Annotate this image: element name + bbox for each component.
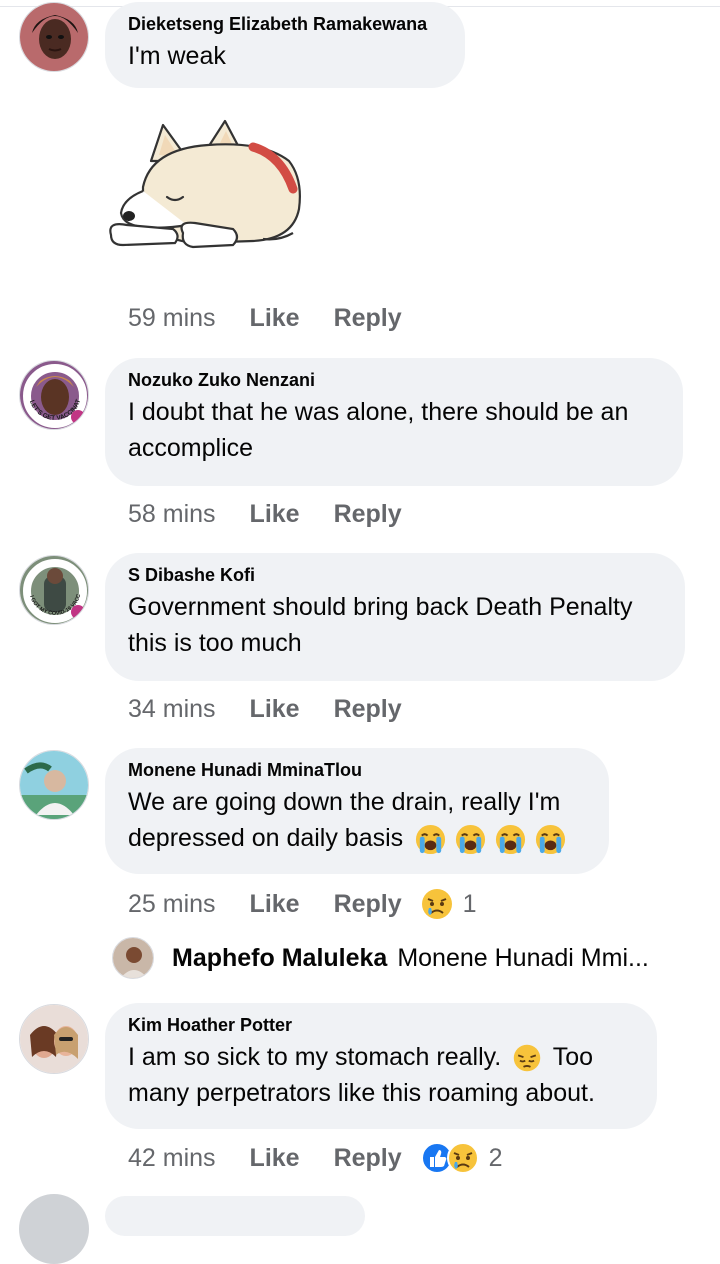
avatar-photo: [113, 938, 153, 978]
comment-text: Government should bring back Death Penal…: [128, 593, 633, 657]
avatar-photo: [20, 1005, 88, 1073]
comment-author[interactable]: Kim Hoather Potter: [128, 1014, 633, 1036]
comment-time[interactable]: 42 mins: [128, 1144, 216, 1173]
comment-text: I doubt that he was alone, there should …: [128, 398, 629, 462]
loudly-crying-face-icon: [535, 824, 566, 854]
comment-bubble: Monene Hunadi MminaTlou We are going dow…: [105, 748, 609, 874]
comment-author[interactable]: Monene Hunadi MminaTlou: [128, 759, 585, 781]
sad-reaction-icon: [446, 1142, 479, 1174]
comment-author[interactable]: Nozuko Zuko Nenzani: [128, 369, 659, 391]
emoji-group: [414, 824, 567, 854]
avatar: [112, 937, 154, 979]
like-button[interactable]: Like: [250, 304, 300, 333]
reply-button[interactable]: Reply: [334, 304, 402, 333]
comment-bubble: Dieketseng Elizabeth Ramakewana I'm weak: [105, 2, 465, 88]
pensive-face-icon: [513, 1045, 541, 1072]
comment-actions: 58 mins Like Reply: [128, 494, 402, 534]
avatar-photo: LET'S GET VACCINATED: [20, 361, 88, 429]
loudly-crying-face-icon: [495, 824, 526, 854]
comment-bubble: S Dibashe Kofi Government should bring b…: [105, 553, 685, 681]
reaction-count: 2: [488, 1143, 503, 1172]
avatar-photo: [20, 751, 88, 819]
like-button[interactable]: Like: [250, 500, 300, 529]
comment-bubble: Nozuko Zuko Nenzani I doubt that he was …: [105, 358, 683, 486]
comment-actions: 34 mins Like Reply: [128, 689, 402, 729]
avatar-photo: [20, 3, 88, 71]
comment-actions: 25 mins Like Reply 1: [128, 884, 477, 924]
avatar[interactable]: [19, 2, 89, 72]
reply-author[interactable]: Maphefo Maluleka: [172, 944, 387, 973]
sad-reaction-icon: [421, 889, 452, 919]
avatar-photo: I GOT MY COVID-19 VACCINE: [20, 556, 88, 624]
comment-bubble: Kim Hoather Potter I am so sick to my st…: [105, 1003, 657, 1129]
comment-text-part: I am so sick to my stomach really.: [128, 1043, 502, 1071]
like-button[interactable]: Like: [250, 890, 300, 919]
reaction-summary[interactable]: 2: [420, 1141, 503, 1175]
loudly-crying-face-icon: [456, 824, 486, 854]
comment-time[interactable]: 59 mins: [128, 304, 216, 333]
avatar[interactable]: [19, 1194, 89, 1264]
reply-button[interactable]: Reply: [334, 500, 402, 529]
comment-time[interactable]: 34 mins: [128, 695, 216, 724]
like-button[interactable]: Like: [250, 1144, 300, 1173]
reply-button[interactable]: Reply: [334, 890, 402, 919]
comment-actions: 59 mins Like Reply: [128, 298, 402, 338]
comment-author[interactable]: Dieketseng Elizabeth Ramakewana: [128, 13, 441, 35]
reaction-summary[interactable]: 1: [420, 887, 477, 921]
reaction-count: 1: [462, 889, 477, 918]
comment-text: I'm weak: [128, 42, 226, 70]
comment-actions: 42 mins Like Reply 2: [128, 1138, 503, 1178]
comment-author[interactable]: S Dibashe Kofi: [128, 564, 661, 586]
comment-text: I am so sick to my stomach really. Too m…: [128, 1039, 633, 1111]
reply-button[interactable]: Reply: [334, 695, 402, 724]
sleeping-dog-sticker[interactable]: [103, 117, 308, 257]
comment-time[interactable]: 58 mins: [128, 500, 216, 529]
comment-bubble: [105, 1196, 365, 1236]
avatar[interactable]: LET'S GET VACCINATED: [19, 360, 89, 430]
reply-button[interactable]: Reply: [334, 1144, 402, 1173]
like-button[interactable]: Like: [250, 695, 300, 724]
reply-preview[interactable]: Maphefo Maluleka Monene Hunadi Mmi...: [112, 936, 649, 980]
avatar[interactable]: [19, 750, 89, 820]
avatar[interactable]: I GOT MY COVID-19 VACCINE: [19, 555, 89, 625]
reply-text: Monene Hunadi Mmi...: [397, 943, 649, 972]
avatar[interactable]: [19, 1004, 89, 1074]
loudly-crying-face-icon: [416, 824, 446, 854]
comment-time[interactable]: 25 mins: [128, 890, 216, 919]
comment-text: We are going down the drain, really I'm …: [128, 784, 585, 856]
